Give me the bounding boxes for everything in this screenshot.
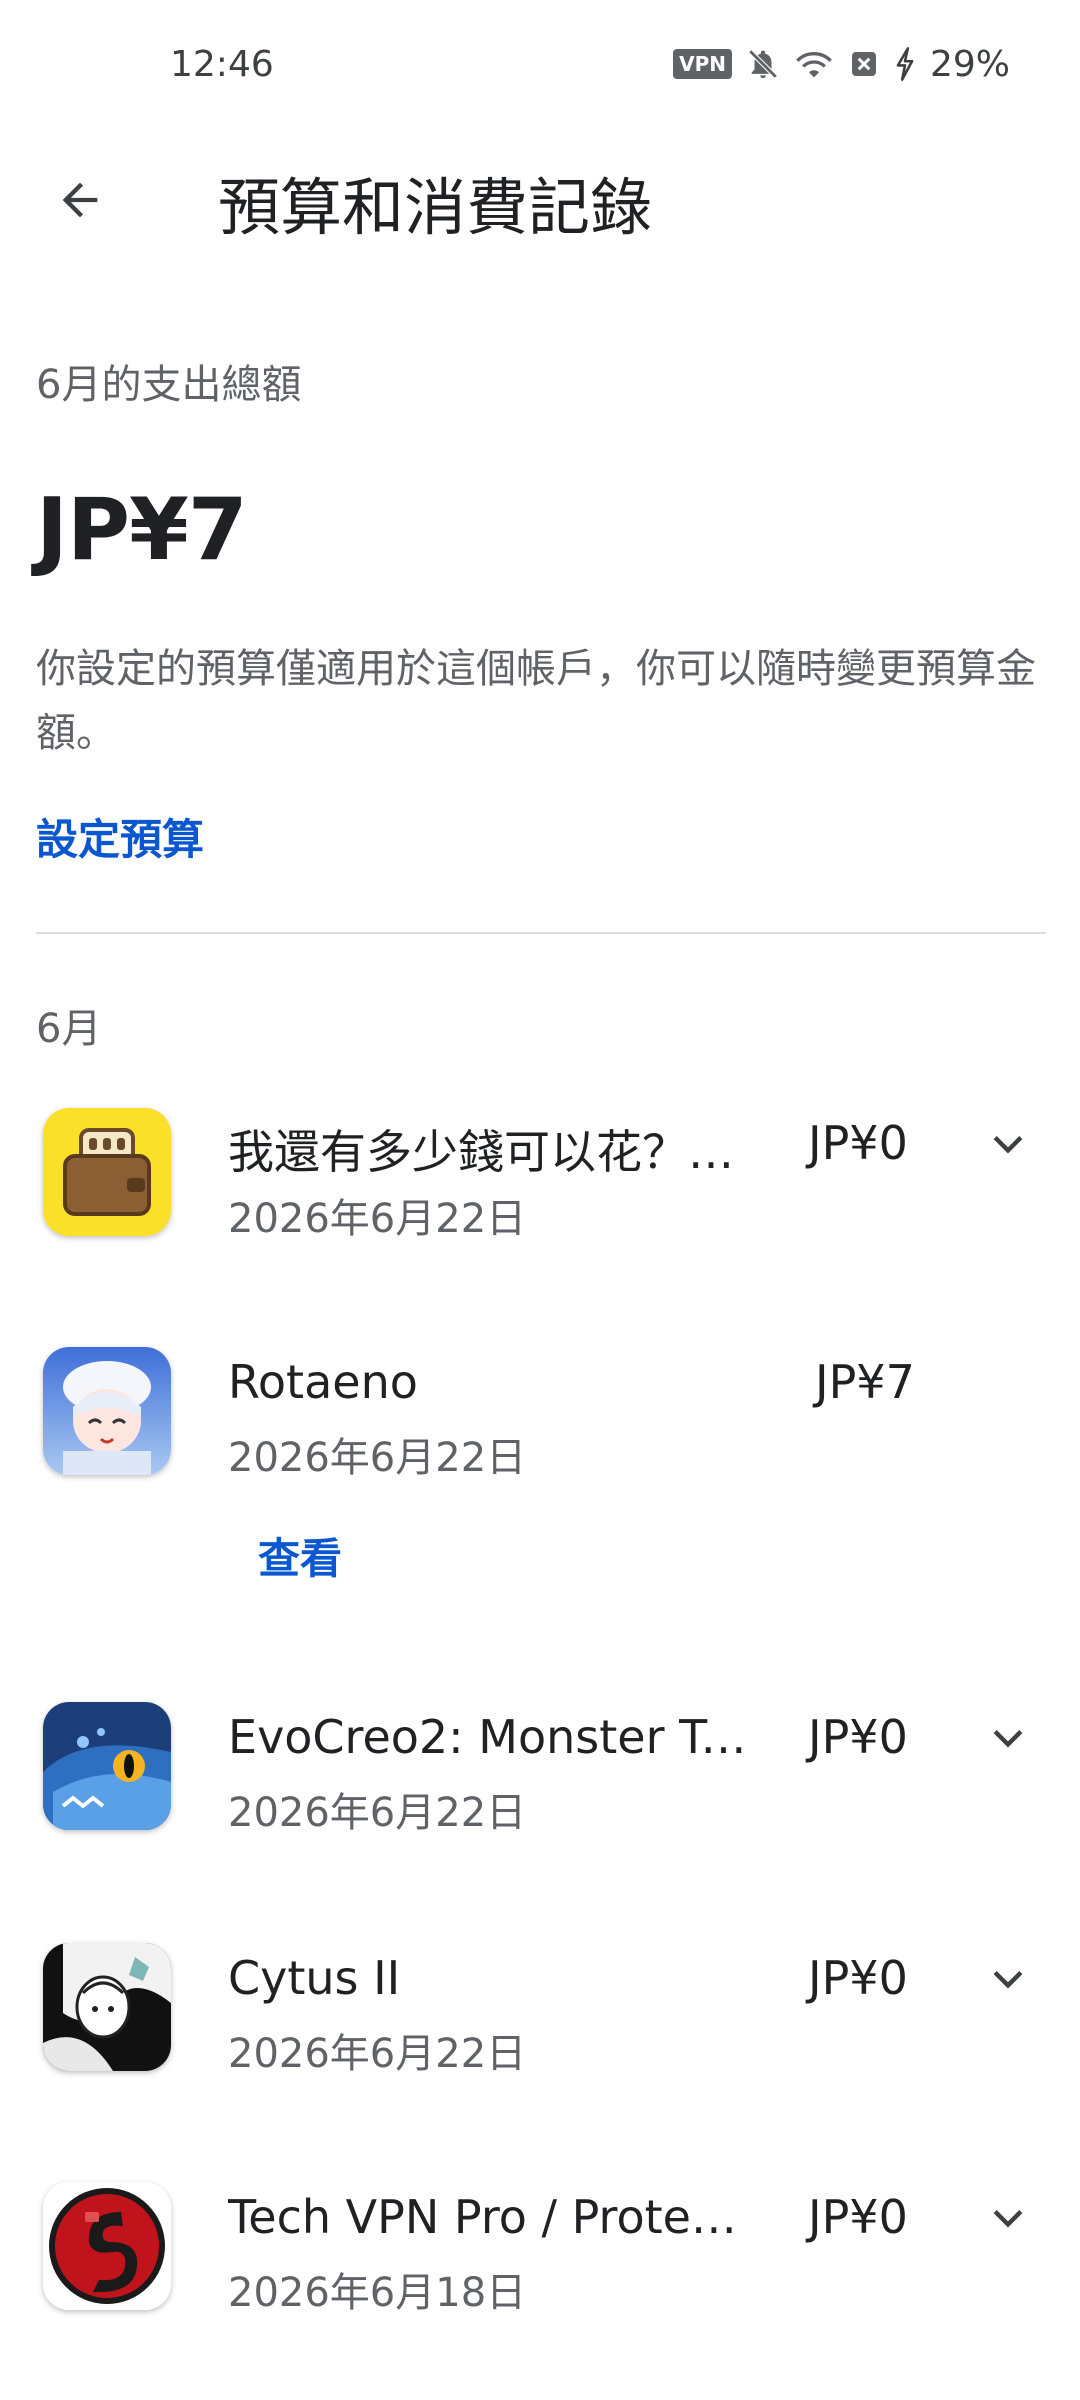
transaction-row[interactable]: 我還有多少錢可以花？… 2026年6月22日 JP¥0 bbox=[0, 1108, 1080, 1308]
status-time: 12:46 bbox=[170, 44, 274, 85]
budget-description: 你設定的預算僅適用於這個帳戶，你可以隨時變更預算金額。 bbox=[36, 646, 1036, 756]
transaction-date: 2026年6月22日 bbox=[228, 1435, 527, 1481]
chevron-down-icon bbox=[993, 1136, 1023, 1154]
expand-button[interactable] bbox=[978, 2188, 1038, 2248]
back-button[interactable] bbox=[40, 160, 120, 240]
month-header: 6月 bbox=[36, 1006, 102, 1052]
transaction-name: 我還有多少錢可以花？… bbox=[228, 1125, 734, 1179]
wallet-app-icon bbox=[43, 1108, 171, 1236]
page-title: 預算和消費記錄 bbox=[218, 171, 653, 244]
transaction-amount: JP¥0 bbox=[808, 2190, 908, 2244]
transaction-row[interactable]: EvoCreo2: Monster Tra… 2026年6月22日 JP¥0 bbox=[0, 1702, 1080, 1902]
transaction-amount: JP¥0 bbox=[808, 1951, 908, 2005]
expand-button[interactable] bbox=[978, 1949, 1038, 2009]
spending-total-label: 6月的支出總額 bbox=[36, 362, 302, 408]
chevron-down-icon bbox=[993, 2210, 1023, 2228]
app-bar: 預算和消費記錄 bbox=[0, 135, 1080, 265]
transaction-row[interactable]: Tech VPN Pro / Protect… 2026年6月18日 JP¥0 bbox=[0, 2182, 1080, 2382]
chevron-down-icon bbox=[993, 1971, 1023, 1989]
view-button[interactable]: 查看 bbox=[258, 1525, 342, 1586]
wifi-icon bbox=[794, 47, 834, 81]
bell-off-icon bbox=[746, 47, 780, 81]
status-icons: VPN 29% bbox=[673, 43, 1010, 85]
expand-button[interactable] bbox=[978, 1708, 1038, 1768]
transaction-date: 2026年6月22日 bbox=[228, 1196, 527, 1242]
evocreo2-app-icon bbox=[43, 1702, 171, 1830]
battery-percent: 29% bbox=[929, 43, 1010, 85]
transaction-name: Cytus II bbox=[228, 1951, 401, 2005]
cytus2-app-icon bbox=[43, 1943, 171, 2071]
spending-total-amount: JP¥7 bbox=[36, 480, 248, 580]
transaction-date: 2026年6月22日 bbox=[228, 2031, 527, 2077]
transaction-name: Rotaeno bbox=[228, 1355, 418, 1409]
no-sim-icon bbox=[848, 48, 880, 80]
status-bar: 12:46 VPN 29% bbox=[0, 0, 1080, 135]
transaction-amount: JP¥0 bbox=[808, 1710, 908, 1764]
arrow-back-icon bbox=[62, 182, 98, 218]
transaction-name: Tech VPN Pro / Protect… bbox=[228, 2190, 758, 2244]
transaction-date: 2026年6月18日 bbox=[228, 2270, 527, 2316]
techvpn-app-icon bbox=[43, 2182, 171, 2310]
transaction-date: 2026年6月22日 bbox=[228, 1790, 527, 1836]
transaction-amount: JP¥7 bbox=[815, 1355, 915, 1409]
transaction-amount: JP¥0 bbox=[808, 1116, 908, 1170]
transaction-row[interactable]: Cytus II 2026年6月22日 JP¥0 bbox=[0, 1943, 1080, 2143]
expand-button[interactable] bbox=[978, 1114, 1038, 1174]
chevron-down-icon bbox=[993, 1730, 1023, 1748]
transaction-name: EvoCreo2: Monster Tra… bbox=[228, 1710, 758, 1764]
set-budget-link[interactable]: 設定預算 bbox=[36, 806, 204, 867]
rotaeno-app-icon bbox=[43, 1347, 171, 1475]
transaction-row[interactable]: Rotaeno 2026年6月22日 JP¥7 查看 bbox=[0, 1347, 1080, 1627]
divider bbox=[36, 932, 1046, 934]
charging-icon bbox=[894, 47, 916, 81]
vpn-badge: VPN bbox=[673, 49, 732, 79]
